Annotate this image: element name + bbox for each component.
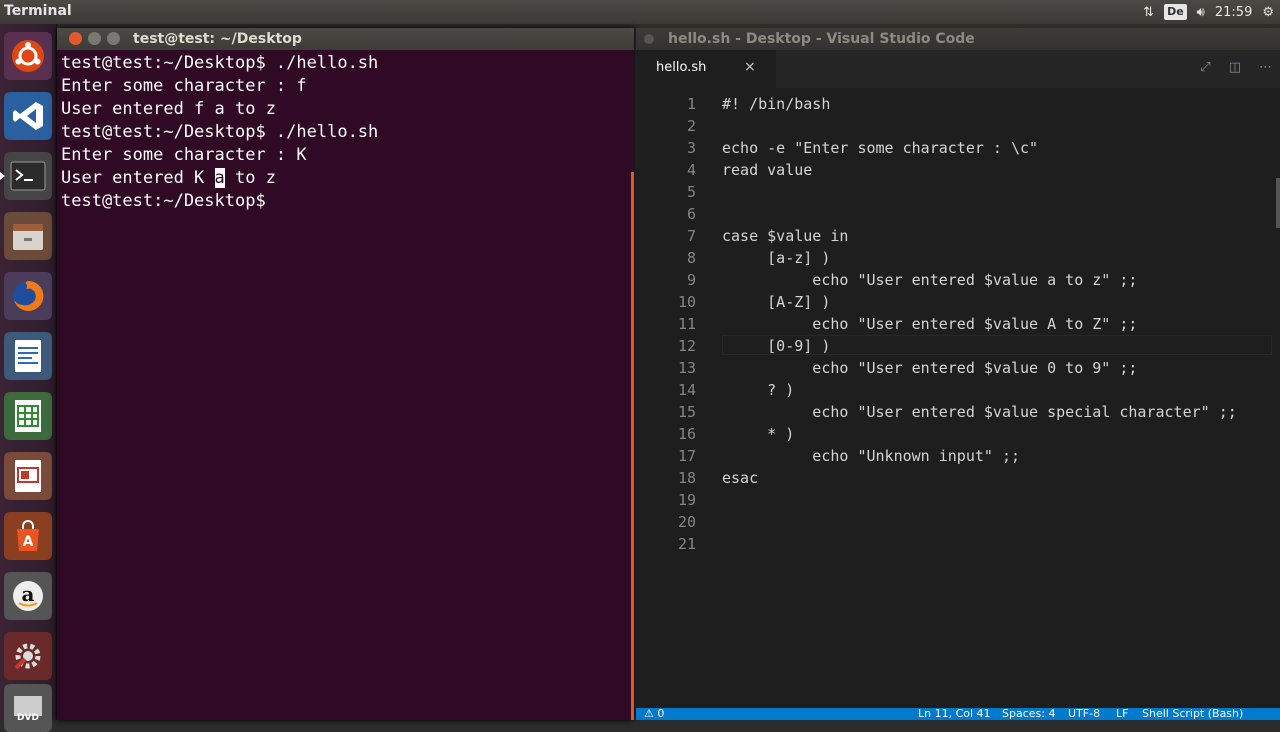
cursor-position[interactable]: Ln 11, Col 41	[918, 708, 991, 720]
terminal-title: test@test: ~/Desktop	[133, 31, 302, 47]
ubuntu-dash-icon[interactable]	[4, 32, 52, 80]
code-line[interactable]: esac	[722, 469, 758, 487]
terminal-line: test@test:~/Desktop$ ./hello.sh	[61, 122, 379, 142]
calc-icon[interactable]	[4, 392, 52, 440]
svg-text:DVD: DVD	[17, 713, 39, 723]
keyboard-layout-icon[interactable]: De	[1164, 4, 1187, 20]
code-line[interactable]: echo "User entered $value A to Z" ;;	[722, 315, 1137, 333]
terminal-text: to z	[224, 168, 276, 188]
indentation[interactable]: Spaces: 4	[1002, 708, 1055, 720]
line-number: 12	[677, 337, 696, 355]
code-line[interactable]: echo "User entered $value special charac…	[722, 403, 1236, 421]
line-ending[interactable]: LF	[1116, 708, 1128, 720]
clock[interactable]: 21:59	[1215, 5, 1252, 20]
vscode-title: hello.sh - Desktop - Visual Studio Code	[668, 31, 975, 47]
vscode-titlebar[interactable]: hello.sh - Desktop - Visual Studio Code	[636, 28, 1280, 50]
gear-icon[interactable]: ⚙	[1262, 5, 1274, 20]
line-number: 20	[677, 513, 696, 531]
code-line[interactable]: case $value in	[722, 227, 848, 245]
launcher: A a DVD	[0, 24, 57, 732]
open-changes-icon[interactable]: ⤢	[1200, 60, 1210, 75]
code-line[interactable]: [A-Z] )	[722, 293, 830, 311]
code-editor[interactable]: 1 #! /bin/bash 2 3 echo -e "Enter some chara…	[636, 88, 1280, 708]
system-tray: ⇅ De 🔊︎ 21:59 ⚙	[1143, 0, 1274, 24]
editor-actions: ⤢ ◫ ⋯	[1200, 60, 1272, 75]
settings-icon[interactable]	[4, 632, 52, 680]
dvd-icon[interactable]: DVD	[4, 684, 52, 732]
software-center-icon[interactable]: A	[4, 512, 52, 560]
problems-count[interactable]: ⚠ 0	[644, 708, 664, 720]
line-number: 10	[677, 293, 696, 311]
line-number: 16	[677, 425, 696, 443]
impress-icon[interactable]	[4, 452, 52, 500]
editor-scrollbar[interactable]	[1276, 178, 1280, 228]
firefox-icon[interactable]	[4, 272, 52, 320]
svg-text:A: A	[23, 534, 34, 550]
split-editor-icon[interactable]: ◫	[1229, 60, 1241, 75]
files-icon[interactable]	[4, 212, 52, 260]
line-number: 11	[677, 315, 696, 333]
close-icon[interactable]: ×	[744, 59, 756, 75]
line-number: 7	[686, 227, 696, 245]
line-number: 18	[677, 469, 696, 487]
volume-icon[interactable]: 🔊︎	[1197, 5, 1205, 20]
terminal-line: User entered f a to z	[61, 99, 276, 119]
code-line[interactable]: [0-9] )	[722, 337, 830, 355]
terminal-titlebar[interactable]: test@test: ~/Desktop	[57, 28, 634, 50]
line-number: 17	[677, 447, 696, 465]
writer-icon[interactable]	[4, 332, 52, 380]
maximize-icon[interactable]	[107, 32, 120, 45]
status-bar: ⚠ 0 Ln 11, Col 41 Spaces: 4 UTF-8 LF She…	[636, 708, 1280, 720]
code-line[interactable]: echo -e "Enter some character : \c"	[722, 139, 1038, 157]
code-line[interactable]: read value	[722, 161, 812, 179]
tab-label: hello.sh	[656, 60, 707, 75]
active-app-title: Terminal	[4, 3, 72, 19]
terminal-line: test@test:~/Desktop$ ./hello.sh	[61, 53, 379, 73]
close-icon[interactable]	[69, 32, 82, 45]
tab-hello-sh[interactable]: hello.sh ×	[636, 50, 776, 88]
terminal-window[interactable]: test@test: ~/Desktop test@test:~/Desktop…	[57, 28, 634, 720]
terminal-line: Enter some character : f	[61, 76, 307, 96]
text-selection: a	[214, 168, 225, 188]
line-number: 1	[686, 95, 696, 113]
terminal-text: User entered K	[61, 168, 215, 188]
amazon-icon[interactable]: a	[4, 572, 52, 620]
minimize-icon[interactable]	[88, 32, 101, 45]
terminal-prompt: test@test:~/Desktop$	[61, 191, 276, 211]
code-line[interactable]: echo "User entered $value 0 to 9" ;;	[722, 359, 1137, 377]
svg-text:a: a	[22, 582, 35, 606]
line-number: 13	[677, 359, 696, 377]
code-line[interactable]: * )	[722, 425, 794, 443]
vscode-window[interactable]: hello.sh - Desktop - Visual Studio Code …	[636, 28, 1280, 720]
code-line[interactable]: echo "Unknown input" ;;	[722, 447, 1020, 465]
close-icon[interactable]	[644, 34, 654, 44]
terminal-line: User entered K a to z	[61, 167, 630, 190]
code-line[interactable]: echo "User entered $value a to z" ;;	[722, 271, 1137, 289]
line-number: 3	[686, 139, 696, 157]
line-number: 21	[677, 535, 696, 553]
line-number: 2	[686, 117, 696, 135]
terminal-scrollbar[interactable]	[631, 172, 634, 720]
code-line[interactable]: [a-z] )	[722, 249, 830, 267]
line-number: 8	[686, 249, 696, 267]
terminal-icon[interactable]	[0, 152, 52, 200]
top-panel: Terminal ⇅ De 🔊︎ 21:59 ⚙	[0, 0, 1280, 24]
line-number: 9	[686, 271, 696, 289]
terminal-line: Enter some character : K	[61, 145, 307, 165]
code-line[interactable]: ? )	[722, 381, 794, 399]
more-actions-icon[interactable]: ⋯	[1259, 60, 1272, 75]
line-number: 5	[686, 183, 696, 201]
line-number: 4	[686, 161, 696, 179]
network-icon[interactable]: ⇅	[1143, 5, 1154, 20]
line-number: 15	[677, 403, 696, 421]
language-mode[interactable]: Shell Script (Bash)	[1142, 708, 1243, 720]
line-number: 19	[677, 491, 696, 509]
line-number: 6	[686, 205, 696, 223]
line-number: 14	[677, 381, 696, 399]
code-line[interactable]: #! /bin/bash	[722, 95, 830, 113]
encoding[interactable]: UTF-8	[1068, 708, 1100, 720]
editor-tabs: hello.sh × ⤢ ◫ ⋯	[636, 50, 1280, 88]
vscode-icon[interactable]	[4, 92, 52, 140]
terminal-output[interactable]: test@test:~/Desktop$ ./hello.sh Enter som…	[57, 50, 634, 215]
